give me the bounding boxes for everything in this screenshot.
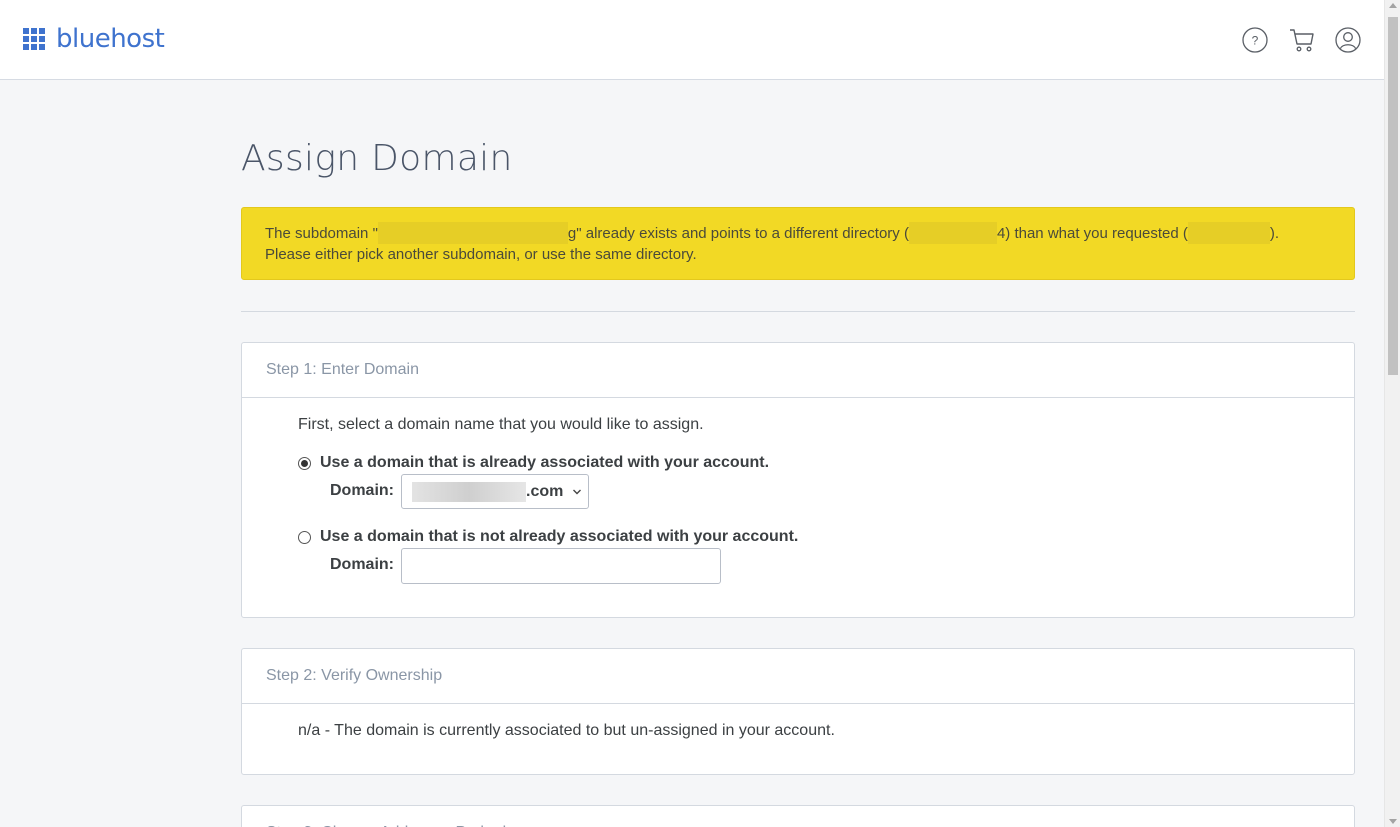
scroll-down-arrow-icon[interactable] — [1389, 819, 1397, 824]
redacted-subdomain — [377, 221, 568, 244]
scroll-up-arrow-icon[interactable] — [1389, 3, 1397, 8]
redacted-directory — [908, 221, 997, 244]
step1-panel: Step 1: Enter Domain First, select a dom… — [241, 342, 1355, 618]
page-title: Assign Domain — [241, 138, 513, 179]
step1-intro: First, select a domain name that you wou… — [298, 416, 704, 433]
svg-text:?: ? — [1252, 34, 1259, 48]
redacted-requested-directory — [1187, 221, 1270, 244]
existing-domain-select[interactable]: .com — [401, 474, 589, 509]
existing-domain-label: Domain: — [330, 482, 394, 499]
logo-text: bluehost — [56, 24, 165, 54]
new-domain-option-label: Use a domain that is not already associa… — [320, 528, 799, 545]
help-icon[interactable]: ? — [1242, 27, 1268, 53]
new-domain-option[interactable]: Use a domain that is not already associa… — [298, 528, 798, 546]
warning-alert: The subdomain " g" already exists and poi… — [241, 207, 1355, 280]
bluehost-logo[interactable]: bluehost — [23, 24, 165, 54]
step3-title: Step 3: Choose Addon vs. Parked — [242, 806, 1354, 827]
section-divider — [241, 311, 1355, 312]
alert-line-1: The subdomain " g" already exists and poi… — [265, 221, 1331, 244]
step2-title: Step 2: Verify Ownership — [242, 649, 1354, 704]
new-domain-label: Domain: — [330, 556, 394, 573]
step2-panel: Step 2: Verify Ownership n/a - The domai… — [241, 648, 1355, 775]
existing-domain-radio[interactable] — [298, 456, 311, 470]
step3-panel: Step 3: Choose Addon vs. Parked — [241, 805, 1355, 827]
chevron-down-icon — [573, 489, 581, 495]
existing-domain-option[interactable]: Use a domain that is already associated … — [298, 454, 769, 472]
new-domain-radio[interactable] — [298, 530, 311, 544]
step1-title: Step 1: Enter Domain — [242, 343, 1354, 398]
scrollbar-thumb[interactable] — [1388, 17, 1398, 375]
page-scrollbar[interactable] — [1384, 0, 1400, 827]
redacted-domain-name — [412, 481, 526, 502]
step2-text: n/a - The domain is currently associated… — [298, 722, 835, 739]
logo-grid-icon — [23, 28, 45, 50]
top-header: bluehost ? — [0, 0, 1384, 80]
alert-line-2: Please either pick another subdomain, or… — [265, 246, 697, 263]
new-domain-input[interactable] — [401, 548, 721, 584]
selected-domain-suffix: .com — [526, 482, 564, 500]
account-icon[interactable] — [1335, 27, 1361, 53]
existing-domain-option-label: Use a domain that is already associated … — [320, 454, 770, 471]
cart-icon[interactable] — [1289, 27, 1315, 53]
